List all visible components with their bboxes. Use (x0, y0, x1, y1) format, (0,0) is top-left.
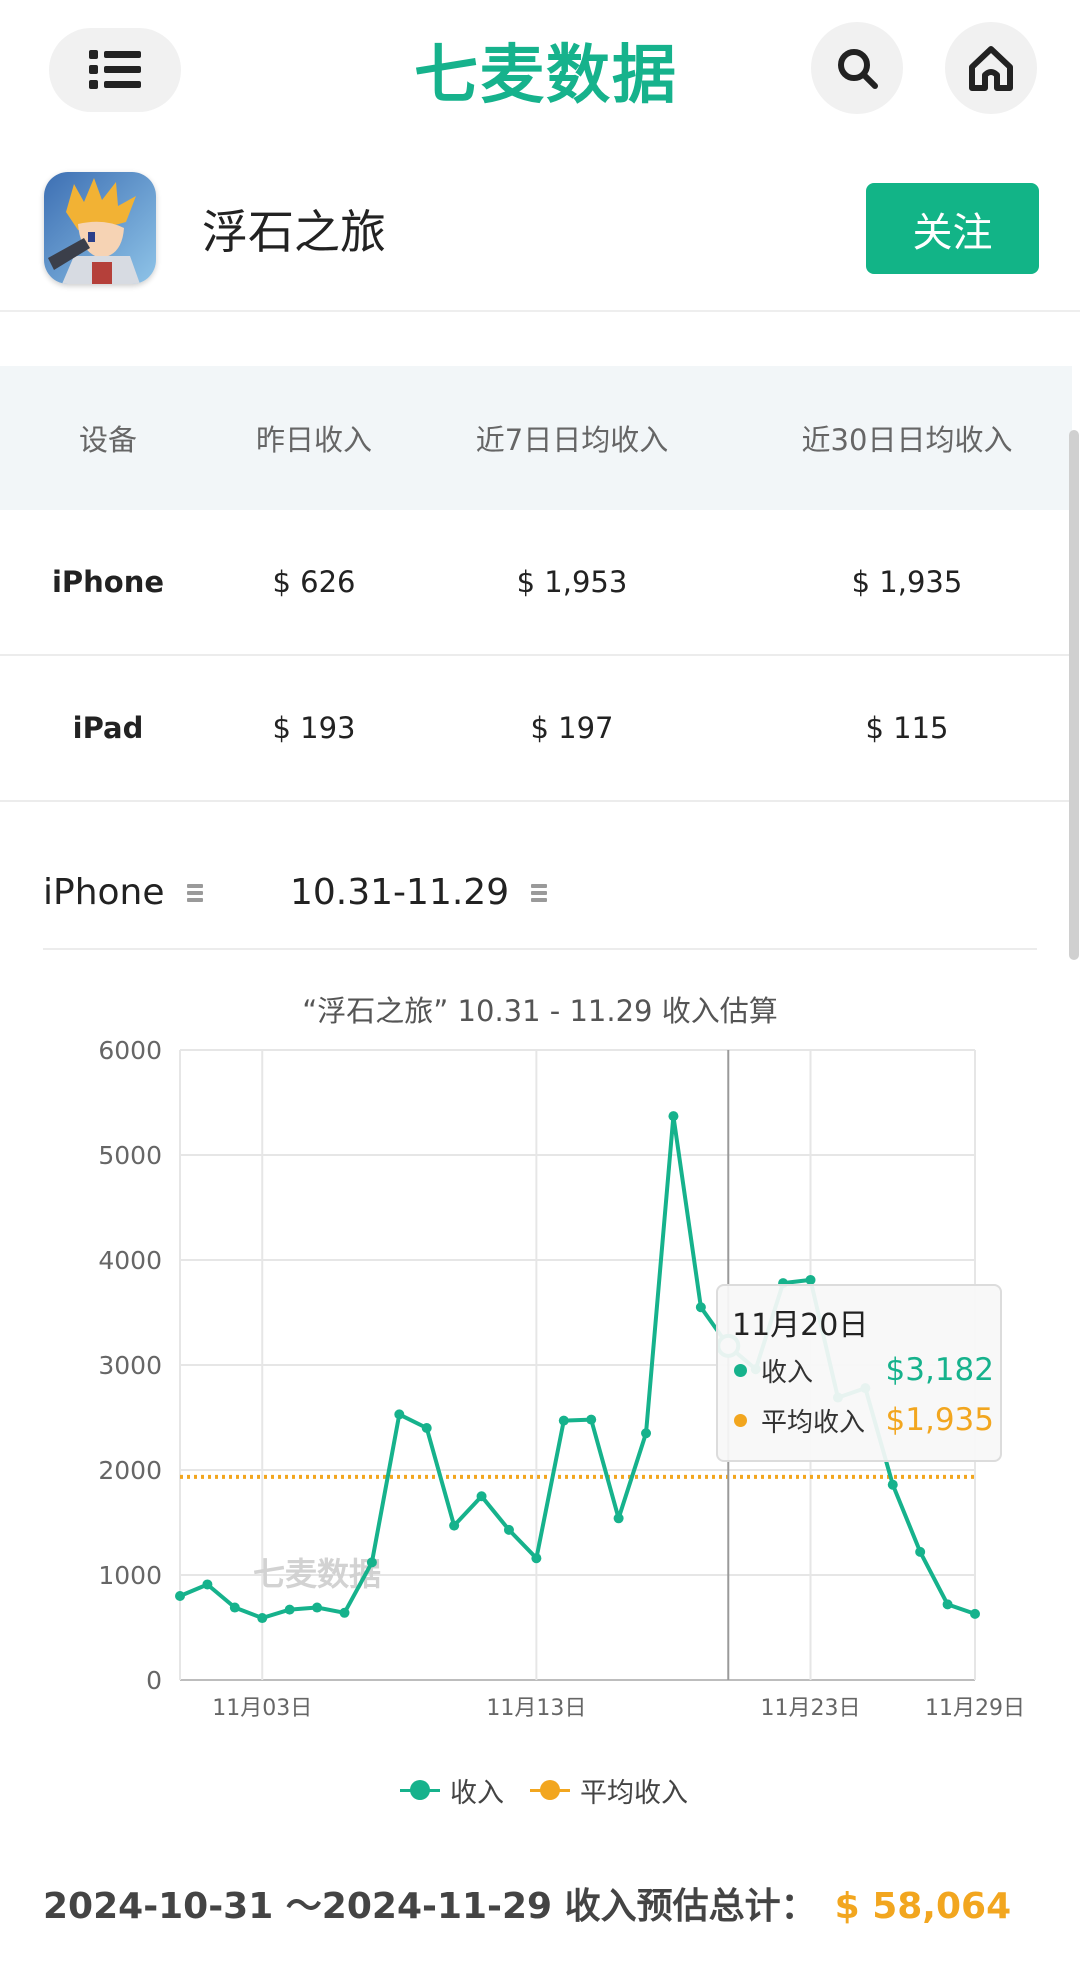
tooltip-row-revenue: 收入 $3,182 (734, 1350, 994, 1390)
revenue-data-point (229, 1602, 240, 1613)
revenue-data-point (558, 1415, 569, 1426)
revenue-data-point (887, 1479, 898, 1490)
x-tick-label: 11月29日 (925, 1696, 1025, 1721)
revenue-data-point (175, 1591, 185, 1601)
row-avg7: $ 1,953 (516, 565, 628, 599)
device-selector-label: iPhone (43, 872, 165, 913)
home-icon (969, 46, 1013, 91)
y-tick-label: 5000 (98, 1141, 162, 1170)
revenue-data-point (586, 1414, 597, 1425)
x-tick-label: 11月13日 (486, 1696, 586, 1721)
revenue-data-point (339, 1607, 350, 1618)
tooltip-dot (734, 1363, 747, 1377)
legend-marker (530, 1780, 570, 1800)
revenue-data-point (284, 1604, 295, 1615)
summary-value: $ 58,064 (834, 1886, 1012, 1927)
chart-legend: 收入 平均收入 (400, 1770, 714, 1810)
top-bar: 七麦数据 (0, 0, 1080, 140)
device-selector[interactable]: iPhone (43, 872, 203, 913)
table-row: iPhone $ 626 $ 1,953 $ 1,935 (0, 510, 1072, 656)
revenue-data-point (257, 1613, 268, 1624)
menu-button[interactable] (49, 28, 181, 112)
tooltip-row-average: 平均收入 $1,935 (734, 1400, 994, 1440)
search-icon (838, 49, 878, 89)
row-yesterday: $ 626 (272, 565, 356, 599)
row-avg30: $ 115 (865, 711, 949, 745)
app-name: 浮石之旅 (202, 205, 386, 259)
row-device: iPad (72, 711, 144, 745)
revenue-data-point (970, 1608, 980, 1619)
x-tick-label: 11月03日 (212, 1696, 312, 1721)
revenue-data-point (476, 1491, 487, 1502)
tooltip-value: $3,182 (885, 1352, 994, 1388)
chart-watermark: 七麦数据 (253, 1555, 381, 1593)
y-tick-label: 4000 (98, 1246, 162, 1275)
page-scrollbar[interactable] (1069, 430, 1079, 960)
row-avg30: $ 1,935 (851, 565, 963, 599)
revenue-data-point (312, 1602, 323, 1613)
revenue-data-point (531, 1553, 542, 1564)
row-yesterday: $ 193 (272, 711, 356, 745)
chart-selector-row: iPhone 10.31-11.29 (43, 858, 1037, 950)
y-tick-label: 6000 (98, 1036, 162, 1065)
date-range-selector[interactable]: 10.31-11.29 (290, 872, 548, 913)
site-logo[interactable]: 七麦数据 (414, 30, 678, 113)
revenue-data-point (695, 1302, 706, 1313)
tooltip-label: 收入 (761, 1357, 814, 1388)
table-header: 设备 昨日收入 近7日日均收入 近30日日均收入 (0, 366, 1072, 510)
header-device: 设备 (78, 423, 137, 457)
revenue-data-point (202, 1579, 213, 1590)
search-button[interactable] (811, 22, 903, 114)
legend-label: 平均收入 (580, 1777, 688, 1809)
revenue-table: 设备 昨日收入 近7日日均收入 近30日日均收入 iPhone $ 626 $ … (0, 366, 1072, 802)
legend-marker (400, 1780, 440, 1800)
app-icon[interactable] (44, 172, 156, 284)
follow-button[interactable]: 关注 (866, 183, 1039, 274)
legend-item-revenue[interactable]: 收入 (400, 1771, 504, 1810)
legend-label: 收入 (450, 1777, 504, 1809)
revenue-summary: 2024-10-31 ～2024-11-29 收入预估总计： $ 58,064 (43, 1877, 1011, 1929)
revenue-data-point (366, 1557, 377, 1568)
date-range-label: 10.31-11.29 (290, 872, 510, 913)
drag-handle-icon (531, 881, 548, 905)
app-info-row: 浮石之旅 关注 (0, 160, 1080, 312)
chart-tooltip: 11月20日 收入 $3,182 平均收入 $1,935 (716, 1284, 1002, 1462)
tooltip-label: 平均收入 (761, 1407, 866, 1438)
x-tick-label: 11月23日 (761, 1696, 861, 1721)
tooltip-value: $1,935 (885, 1402, 994, 1438)
revenue-data-point (421, 1423, 432, 1433)
y-tick-label: 0 (146, 1666, 162, 1695)
y-tick-label: 3000 (98, 1351, 162, 1380)
table-row: iPad $ 193 $ 197 $ 115 (0, 656, 1072, 802)
revenue-data-point (503, 1524, 514, 1535)
revenue-data-point (394, 1409, 405, 1420)
legend-item-average[interactable]: 平均收入 (530, 1771, 688, 1810)
header-avg7: 近7日日均收入 (475, 423, 669, 457)
list-menu-icon (89, 50, 141, 89)
header-yesterday: 昨日收入 (255, 423, 372, 457)
revenue-data-point (613, 1513, 624, 1524)
summary-label: 2024-10-31 ～2024-11-29 收入预估总计： (43, 1886, 817, 1927)
revenue-data-point (915, 1546, 926, 1557)
header-avg30: 近30日日均收入 (801, 423, 1013, 457)
drag-handle-icon (186, 881, 203, 905)
revenue-data-point (668, 1111, 679, 1122)
revenue-data-point (942, 1599, 953, 1610)
logo-text: 七麦数据 (414, 39, 678, 113)
revenue-data-point (641, 1428, 652, 1439)
row-avg7: $ 197 (530, 711, 614, 745)
tooltip-date: 11月20日 (732, 1308, 869, 1343)
home-button[interactable] (945, 22, 1037, 114)
revenue-data-point (449, 1520, 460, 1531)
y-tick-label: 2000 (98, 1456, 162, 1485)
row-device: iPhone (51, 565, 165, 599)
tooltip-dot (734, 1413, 747, 1427)
y-tick-label: 1000 (98, 1561, 162, 1590)
